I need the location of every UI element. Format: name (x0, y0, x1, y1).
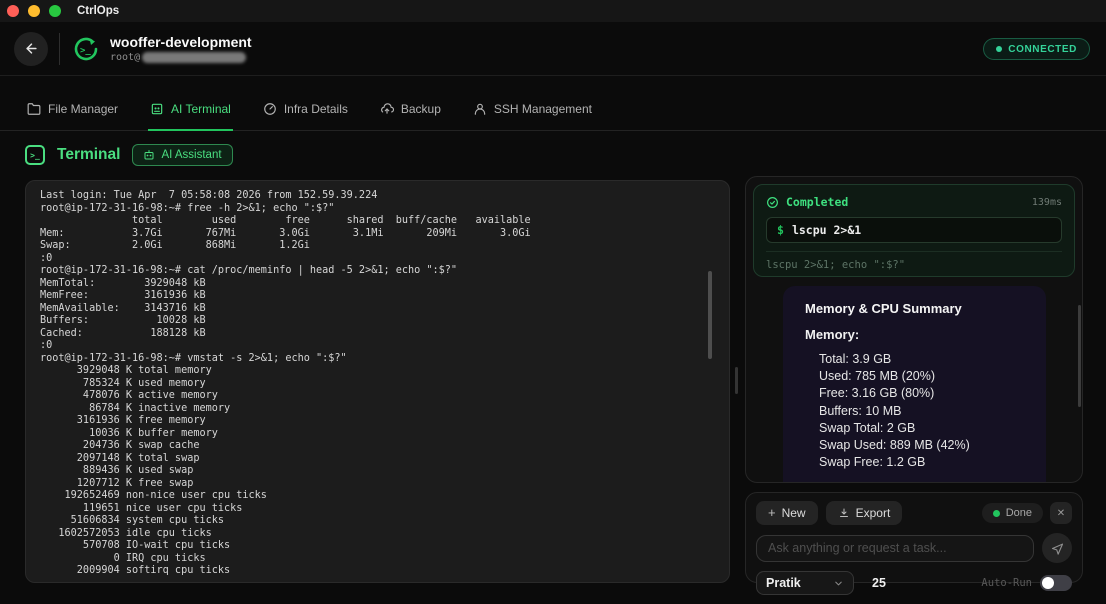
redacted-host (142, 52, 246, 63)
tab-backup[interactable]: Backup (378, 99, 443, 130)
profile-name: Pratik (766, 576, 801, 590)
section-title: Terminal (57, 146, 120, 164)
send-icon (1050, 541, 1065, 556)
done-dot-icon (993, 510, 1000, 517)
terminal-panel[interactable]: Last login: Tue Apr 7 05:58:08 2026 from… (25, 180, 730, 583)
folder-icon (27, 102, 41, 116)
tab-label: Backup (401, 102, 441, 116)
autorun-label: Auto-Run (981, 577, 1032, 589)
profile-select[interactable]: Pratik (756, 571, 854, 595)
robot-icon (143, 149, 155, 161)
tab-label: SSH Management (494, 102, 592, 116)
summary-item: Free: 3.16 GB (80%) (805, 385, 1024, 402)
summary-item: Used: 785 MB (20%) (805, 368, 1024, 385)
close-icon: ✕ (1057, 508, 1065, 519)
command-card-header: Completed 139ms (766, 195, 1062, 209)
export-button[interactable]: Export (826, 501, 903, 525)
ai-terminal-icon (150, 102, 164, 116)
command-card: Completed 139ms $ lscpu 2>&1 lscpu 2>&1;… (753, 184, 1075, 277)
controls-bottom-row: Pratik 25 Auto-Run (756, 571, 1072, 595)
gauge-icon (263, 102, 277, 116)
summary-item: Buffers: 10 MB (805, 403, 1024, 420)
tab-label: Infra Details (284, 102, 348, 116)
tab-bar: File Manager AI Terminal Infra Details B… (0, 99, 1106, 131)
connected-dot-icon (996, 46, 1002, 52)
chevron-down-icon (833, 578, 844, 589)
done-status-badge: Done (982, 503, 1043, 523)
count-value: 25 (872, 576, 886, 590)
command-status: Completed (786, 195, 848, 209)
minimize-window-icon[interactable] (28, 5, 40, 17)
connection-status: CONNECTED (1008, 44, 1077, 55)
server-user-prefix: root@ (110, 52, 140, 63)
svg-text:>_: >_ (80, 46, 91, 56)
summary-item: Swap Used: 889 MB (42%) (805, 437, 1024, 454)
prompt-symbol: $ (777, 223, 784, 237)
memory-label: Memory: (805, 327, 1024, 342)
app-window: CtrlOps >_ wooffer-development root@ CON… (0, 0, 1106, 604)
cpu-label: CPU: (805, 480, 1024, 483)
close-panel-button[interactable]: ✕ (1050, 502, 1072, 524)
user-icon (473, 102, 487, 116)
command-duration: 139ms (1032, 197, 1062, 208)
traffic-lights (7, 5, 61, 17)
tab-file-manager[interactable]: File Manager (25, 99, 120, 130)
summary-item: Total: 3.9 GB (805, 351, 1024, 368)
terminal-section-header: >_ Terminal AI Assistant (25, 144, 233, 166)
tab-ssh-management[interactable]: SSH Management (471, 99, 594, 130)
tab-label: AI Terminal (171, 102, 231, 116)
done-label: Done (1006, 507, 1032, 519)
new-button-label: New (782, 506, 806, 520)
tab-ai-terminal[interactable]: AI Terminal (148, 99, 233, 131)
cloud-upload-icon (380, 102, 394, 116)
ask-row (756, 533, 1072, 563)
arrow-left-icon (24, 41, 39, 56)
server-name: wooffer-development (110, 34, 252, 50)
server-header: >_ wooffer-development root@ CONNECTED (0, 22, 1106, 76)
plus-icon: + (768, 508, 776, 518)
autorun-toggle[interactable] (1040, 575, 1072, 591)
summary-title: Memory & CPU Summary (805, 301, 1024, 316)
ask-input[interactable] (756, 535, 1034, 562)
summary-item: Swap Total: 2 GB (805, 420, 1024, 437)
command-text: lscpu 2>&1 (792, 223, 861, 237)
tab-infra-details[interactable]: Infra Details (261, 99, 350, 130)
ai-controls-panel: + New Export Done ✕ Pratik (745, 492, 1083, 583)
send-button[interactable] (1042, 533, 1072, 563)
titlebar: CtrlOps (0, 0, 1106, 22)
export-button-label: Export (856, 506, 891, 520)
summary-item: Swap Free: 1.2 GB (805, 454, 1024, 471)
status-badge: CONNECTED (983, 38, 1090, 60)
terminal-output[interactable]: Last login: Tue Apr 7 05:58:08 2026 from… (26, 181, 729, 587)
new-button[interactable]: + New (756, 501, 818, 525)
app-title: CtrlOps (77, 5, 119, 17)
server-user: root@ (110, 52, 252, 63)
zoom-window-icon[interactable] (49, 5, 61, 17)
header-divider (59, 33, 60, 65)
raw-command-text: lscpu 2>&1; echo ":$?" (766, 251, 1062, 271)
app-logo-icon: >_ (71, 34, 101, 64)
ai-assistant-button[interactable]: AI Assistant (132, 144, 232, 166)
controls-top-row: + New Export Done ✕ (756, 501, 1072, 525)
terminal-scrollbar[interactable] (708, 271, 712, 359)
ai-response-panel: Completed 139ms $ lscpu 2>&1 lscpu 2>&1;… (745, 176, 1083, 483)
server-titles: wooffer-development root@ (110, 34, 252, 63)
summary-scrollbar[interactable] (1078, 305, 1081, 407)
download-icon (838, 507, 850, 519)
back-button[interactable] (14, 32, 48, 66)
tab-label: File Manager (48, 102, 118, 116)
summary-card: Memory & CPU Summary Memory: Total: 3.9 … (783, 286, 1046, 483)
ai-assistant-label: AI Assistant (161, 149, 221, 161)
check-circle-icon (766, 196, 779, 209)
close-window-icon[interactable] (7, 5, 19, 17)
panel-scrollbar[interactable] (735, 367, 738, 394)
terminal-prompt-icon: >_ (25, 145, 45, 165)
command-box: $ lscpu 2>&1 (766, 217, 1062, 243)
toggle-knob (1042, 577, 1054, 589)
